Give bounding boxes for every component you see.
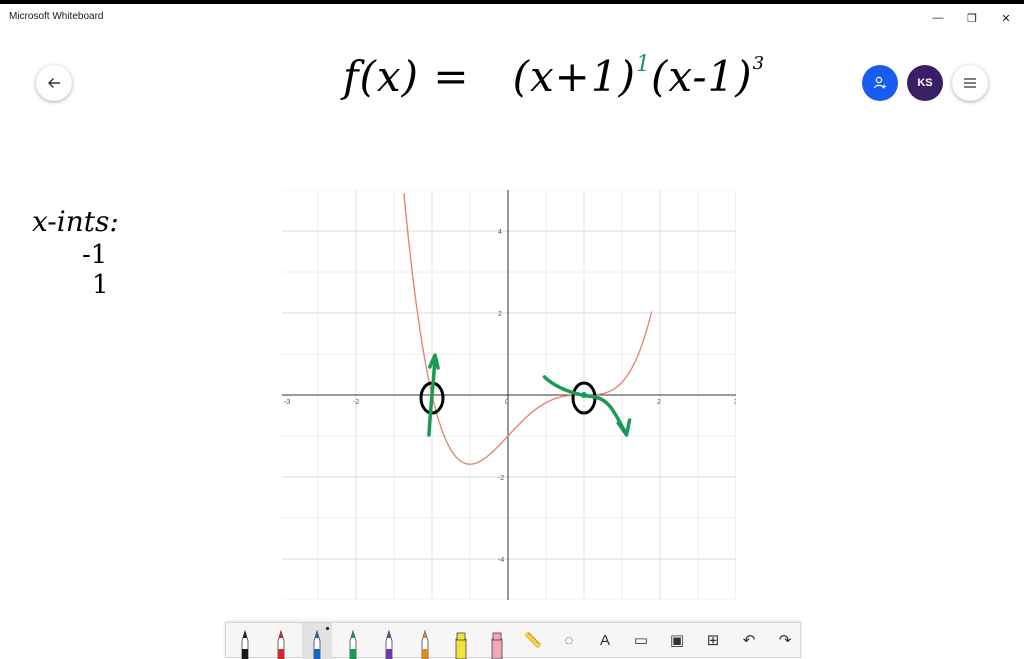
x-tick-label: 0	[505, 399, 509, 406]
formula-ink[interactable]: f(x) = (x+1)1(x-1)3	[343, 52, 765, 101]
root-value[interactable]: -1	[82, 240, 107, 270]
title-bar: Microsoft Whiteboard — ❐ ✕	[0, 0, 1024, 33]
tool-add-icon[interactable]: ⊞	[698, 623, 728, 659]
root-value[interactable]: 1	[92, 270, 109, 300]
tool-ruler-icon[interactable]: 📏	[518, 623, 548, 659]
minimize-icon: —	[932, 12, 944, 24]
pen-rainbow-icon	[421, 629, 429, 659]
pen-red-icon	[277, 629, 285, 659]
x-intercepts-label[interactable]: x-ints:	[32, 205, 119, 238]
x-tick-label: -3	[284, 399, 290, 406]
formula-exponent-1: 1	[635, 52, 651, 77]
formula-lhs: f(x) =	[343, 52, 470, 101]
function-curve	[403, 193, 653, 465]
invite-button[interactable]	[862, 65, 898, 101]
app-title: Microsoft Whiteboard	[9, 11, 104, 22]
tool-undo-icon[interactable]: ↶	[734, 623, 764, 659]
green-dot	[581, 392, 587, 398]
back-button[interactable]	[36, 65, 72, 101]
formula-exponent-2: 3	[752, 53, 766, 74]
tool-pen-black[interactable]	[230, 623, 260, 659]
undo-icon: ↶	[742, 632, 756, 649]
tool-eraser[interactable]	[482, 623, 512, 659]
tool-text-icon[interactable]: A	[590, 623, 620, 659]
menu-button[interactable]	[952, 65, 988, 101]
tool-note-icon[interactable]: ▭	[626, 623, 656, 659]
add-icon: ⊞	[706, 632, 720, 649]
ruler-icon: 📏	[523, 632, 543, 649]
minimize-button[interactable]: —	[925, 7, 951, 29]
close-button[interactable]: ✕	[993, 7, 1019, 29]
lasso-icon: ◌	[564, 632, 574, 649]
y-tick-label: -4	[498, 557, 504, 564]
eraser-icon	[491, 632, 503, 659]
maximize-button[interactable]: ❐	[959, 7, 985, 29]
x-tick-label: 2	[657, 399, 661, 406]
tick-labels: -3 -2 0 2 3 4 2 -2 -4	[284, 229, 736, 564]
pen-blue-icon	[313, 629, 321, 659]
y-tick-label: -2	[498, 475, 504, 482]
y-tick-label: 4	[498, 229, 502, 236]
y-tick-label: 2	[498, 311, 502, 318]
pen-green-icon	[349, 629, 357, 659]
tool-pen-rainbow[interactable]	[410, 623, 440, 659]
formula-factor-2: (x-1)	[650, 52, 753, 101]
tool-pen-green[interactable]	[338, 623, 368, 659]
maximize-icon: ❐	[967, 12, 977, 25]
tool-lasso-icon[interactable]: ◌	[554, 623, 584, 659]
avatar-initials: KS	[917, 77, 933, 89]
arrow-left-icon	[48, 78, 60, 88]
ink-toolbar: 📏 ◌ A ▭ ▣ ⊞ ↶ ↷	[225, 622, 801, 659]
graph-axes	[282, 190, 736, 600]
image-icon: ▣	[669, 632, 685, 649]
hamburger-menu-icon	[964, 78, 976, 88]
tool-pen-blue[interactable]	[302, 623, 332, 659]
tool-redo-icon[interactable]: ↷	[770, 623, 800, 659]
text-icon: A	[599, 632, 610, 649]
tool-highlighter[interactable]	[446, 623, 476, 659]
pen-black-icon	[241, 629, 249, 659]
avatar[interactable]: KS	[907, 65, 943, 101]
x-tick-label: 3	[734, 399, 736, 406]
tool-pen-red[interactable]	[266, 623, 296, 659]
tool-pen-purple[interactable]	[374, 623, 404, 659]
green-arrow-down	[542, 375, 628, 435]
tool-image-icon[interactable]: ▣	[662, 623, 692, 659]
formula-factor-1: (x+1)	[512, 52, 636, 101]
function-graph[interactable]: -3 -2 0 2 3 4 2 -2 -4	[282, 190, 736, 600]
pen-purple-icon	[385, 629, 393, 659]
redo-icon: ↷	[778, 632, 792, 649]
person-add-icon	[873, 76, 886, 89]
note-icon: ▭	[633, 632, 649, 649]
close-icon: ✕	[1001, 12, 1011, 25]
x-tick-label: -2	[353, 399, 359, 406]
highlighter-icon	[455, 632, 467, 659]
active-indicator	[326, 627, 329, 630]
